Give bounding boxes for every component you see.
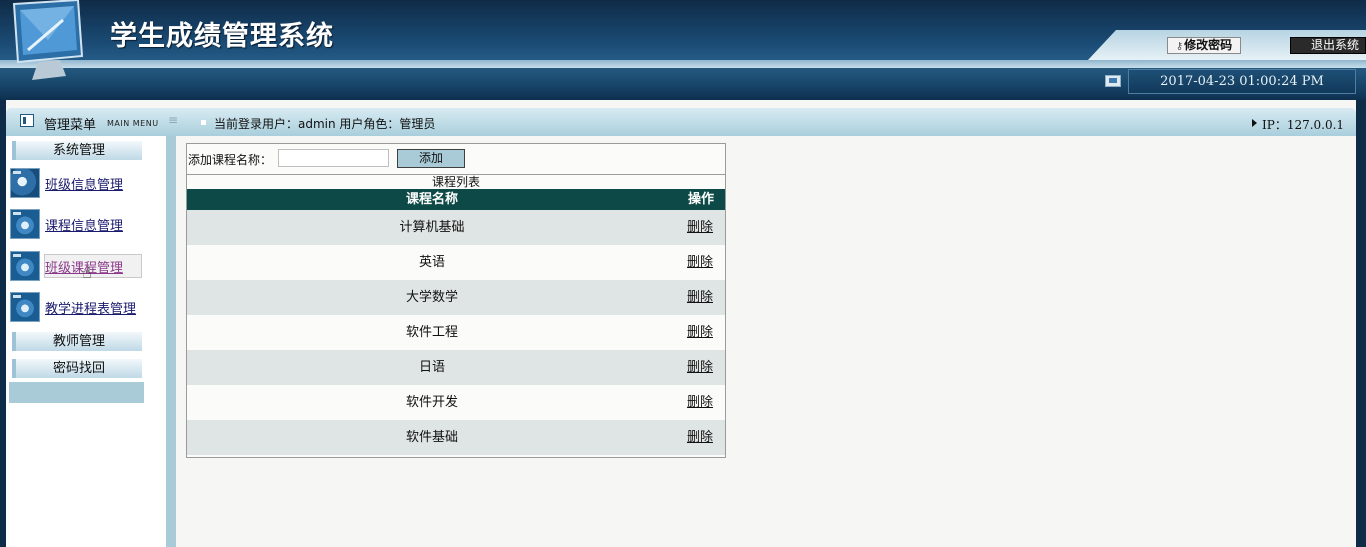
change-password-label: 修改密码 (1184, 38, 1233, 52)
sidebar-item-teaching-schedule[interactable]: 教学进程表管理 (10, 290, 150, 324)
change-password-button[interactable]: ⚷修改密码 (1167, 37, 1241, 54)
table-row: 英语 删除 (187, 245, 725, 280)
current-user-info: 当前登录用户：admin 用户角色：管理员 (214, 117, 436, 131)
sidebar-divider[interactable] (166, 136, 176, 547)
course-name-cell: 日语 (418, 360, 445, 375)
course-name-cell: 软件基础 (405, 430, 458, 445)
key-icon: ⚷ (1175, 41, 1184, 52)
menu-title: 管理菜单 (44, 118, 97, 133)
right-frame-edge (1356, 100, 1366, 547)
table-row: 计算机基础 删除 (187, 210, 725, 245)
sidebar-section-password-recovery[interactable]: 密码找回 (12, 359, 142, 378)
delete-link[interactable]: 删除 (675, 210, 725, 245)
sidebar-section-teacher[interactable]: 教师管理 (12, 332, 142, 351)
delete-link[interactable]: 删除 (675, 245, 725, 280)
menu-icon (20, 114, 34, 127)
arrow-right-icon (1252, 119, 1257, 127)
gear-icon (10, 209, 40, 239)
sidebar-item-course-info[interactable]: 课程信息管理 (10, 207, 150, 241)
delete-link[interactable]: 删除 (675, 315, 725, 350)
sidebar-item-label[interactable]: 班级信息管理 (45, 174, 123, 193)
sidebar-section-system[interactable]: 系统管理 (12, 141, 142, 160)
delete-link[interactable]: 删除 (675, 420, 725, 455)
app-header: 学生成绩管理系统 ⚷修改密码 退出系统 2017-04-23 01:00:24 … (0, 0, 1366, 100)
sidebar-item-label[interactable]: 教学进程表管理 (45, 298, 136, 317)
table-header: 课程名称 操作 (187, 189, 725, 210)
sidebar-footer (9, 382, 144, 403)
gear-icon (10, 292, 40, 322)
table-row: 软件工程 删除 (187, 315, 725, 350)
course-name-cell: 大学数学 (405, 290, 458, 305)
table-row: 软件开发 删除 (187, 385, 725, 420)
course-panel: 添加课程名称： 添加 课程列表 课程名称 操作 计算机基础 删除 英语 删除 大… (186, 143, 726, 458)
sidebar-item-class-info[interactable]: 班级信息管理 (10, 166, 150, 200)
ip-address: IP：127.0.0.1 (1262, 118, 1345, 132)
course-name-cell: 软件工程 (405, 325, 458, 340)
course-name-cell: 软件开发 (405, 395, 458, 410)
gear-icon (10, 251, 40, 281)
hand-cursor-icon: ☝ (82, 263, 92, 282)
course-name-input[interactable] (278, 149, 389, 167)
datetime-display: 2017-04-23 01:00:24 PM (1128, 69, 1356, 94)
add-course-button[interactable]: 添加 (397, 149, 465, 168)
table-row: 大学数学 删除 (187, 280, 725, 315)
course-name-cell: 计算机基础 (399, 220, 465, 235)
header-mid-band (0, 60, 1366, 68)
monitor-logo-icon (8, 0, 88, 82)
computer-icon (1105, 75, 1121, 87)
delete-link[interactable]: 删除 (675, 350, 725, 385)
delete-link[interactable]: 删除 (675, 385, 725, 420)
delete-link[interactable]: 删除 (675, 280, 725, 315)
column-header-course-name: 课程名称 (405, 192, 458, 207)
table-row: 日语 删除 (187, 350, 725, 385)
menu-subtitle: MAIN MENU (107, 119, 159, 128)
users-icon (10, 168, 40, 198)
collapse-lines-icon[interactable]: ≡ (168, 114, 178, 126)
table-row: 软件基础 删除 (187, 420, 725, 455)
app-title: 学生成绩管理系统 (110, 21, 334, 52)
bullet-icon (201, 120, 206, 125)
add-course-label: 添加课程名称： (188, 153, 273, 167)
column-header-action: 操作 (687, 192, 714, 207)
course-list-title: 课程列表 (187, 174, 725, 189)
course-name-cell: 英语 (418, 255, 445, 270)
sidebar-item-label[interactable]: 课程信息管理 (45, 215, 123, 234)
info-bar: 管理菜单 MAIN MENU ≡ 当前登录用户：admin 用户角色：管理员 I… (6, 108, 1356, 136)
logout-button[interactable]: 退出系统 (1290, 37, 1366, 54)
sidebar-item-class-course[interactable]: 班级课程管理 ☝ (10, 249, 150, 283)
